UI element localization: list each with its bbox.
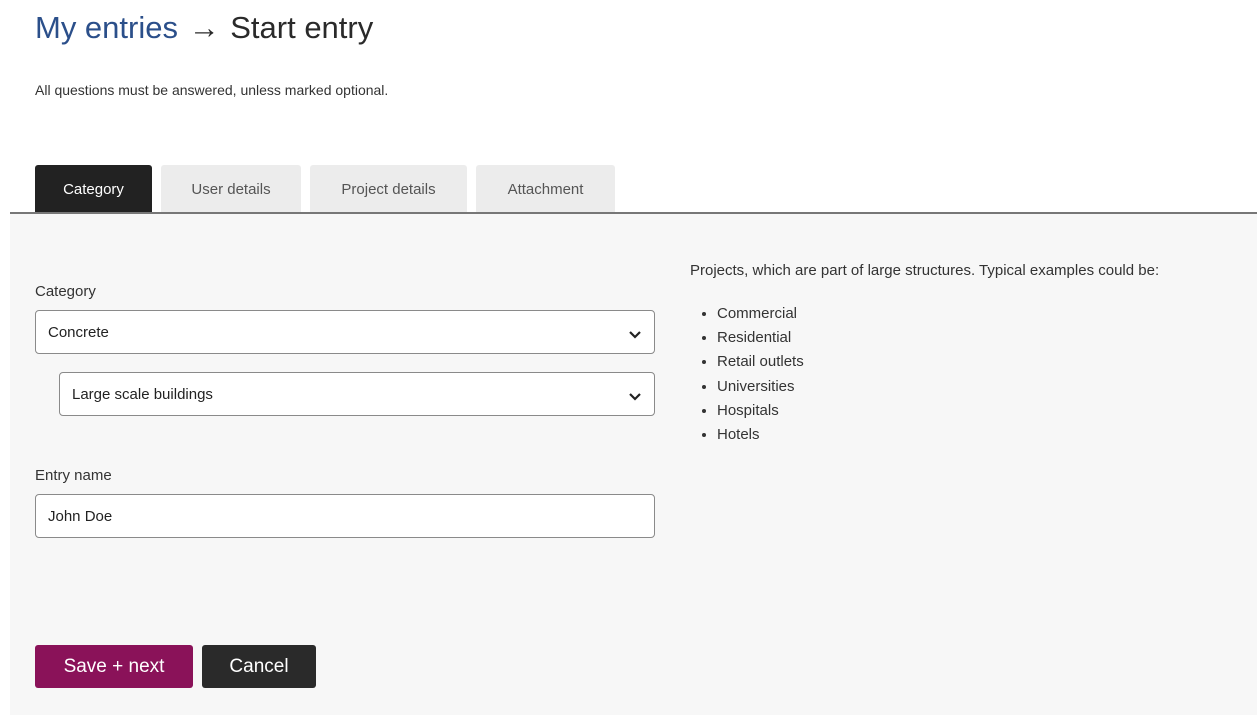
save-next-button[interactable]: Save + next	[35, 645, 193, 688]
cancel-button[interactable]: Cancel	[202, 645, 316, 688]
breadcrumb-my-entries-link[interactable]: My entries	[35, 10, 178, 45]
list-item: Hospitals	[717, 399, 804, 423]
list-item: Commercial	[717, 302, 804, 326]
form-panel	[10, 214, 1257, 715]
tab-bar: Category User details Project details At…	[35, 165, 615, 213]
category-select-value: Concrete	[48, 323, 109, 341]
start-entry-page: My entries → Start entry All questions m…	[0, 0, 1257, 715]
tab-project-details[interactable]: Project details	[310, 165, 467, 213]
subcategory-select[interactable]: Large scale buildings	[59, 372, 655, 416]
category-select[interactable]: Concrete	[35, 310, 655, 354]
category-examples-list: Commercial Residential Retail outlets Un…	[690, 302, 804, 447]
list-item: Universities	[717, 375, 804, 399]
category-label: Category	[35, 283, 96, 300]
page-title: My entries → Start entry	[35, 8, 373, 48]
entry-name-value: John Doe	[48, 507, 113, 525]
entry-name-input[interactable]: John Doe	[35, 494, 655, 538]
chevron-down-icon	[628, 327, 642, 339]
chevron-down-icon	[628, 389, 642, 401]
entry-name-label: Entry name	[35, 467, 112, 484]
list-item: Residential	[717, 326, 804, 350]
category-help-text: Projects, which are part of large struct…	[690, 262, 1160, 279]
tab-category[interactable]: Category	[35, 165, 152, 213]
breadcrumb-arrow: →	[188, 10, 220, 45]
list-item: Retail outlets	[717, 350, 804, 374]
list-item: Hotels	[717, 423, 804, 447]
tab-user-details[interactable]: User details	[161, 165, 301, 213]
intro-text: All questions must be answered, unless m…	[35, 82, 389, 98]
subcategory-select-value: Large scale buildings	[72, 385, 213, 403]
breadcrumb-current: Start entry	[230, 10, 374, 45]
tab-attachment[interactable]: Attachment	[476, 165, 615, 213]
